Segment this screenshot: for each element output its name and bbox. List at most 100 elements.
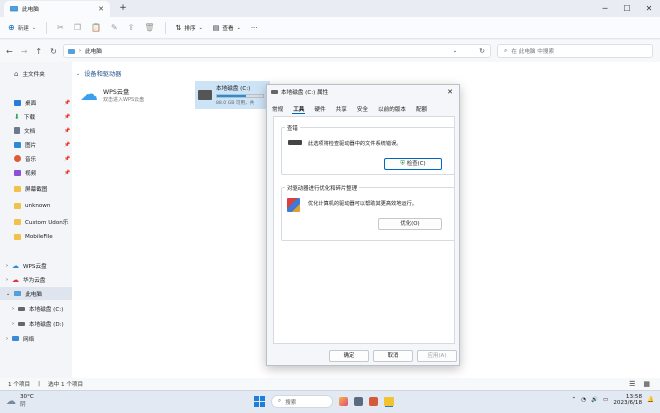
sidebar-item-drive-c[interactable]: › 本地磁盘 (C:) [0, 302, 72, 315]
sidebar-item-music[interactable]: 音乐 📌 [0, 152, 72, 165]
new-tab-button[interactable]: + [117, 3, 129, 14]
notification-icon[interactable]: 🔔 [647, 397, 654, 403]
drive-c-info: 本地磁盘 (C:) 88.0 GB 可用，共 [216, 84, 264, 106]
copilot-icon[interactable] [339, 397, 348, 406]
delete-icon[interactable]: 🗑 [144, 23, 154, 32]
check-button[interactable]: ⛨ 检查(C) [384, 158, 442, 170]
search-input[interactable]: 在 此电脑 中搜索 [511, 47, 554, 55]
clock-date: 2023/6/18 [613, 400, 643, 406]
chevron-down-icon: ⌄ [198, 24, 203, 31]
refresh-icon[interactable]: ↻ [479, 47, 485, 55]
sidebar-item-this-pc[interactable]: ⌄ 此电脑 [0, 287, 72, 300]
more-options-button[interactable]: ··· [251, 24, 258, 32]
chevron-up-icon[interactable]: ⌃ [572, 397, 577, 403]
sidebar-item-network[interactable]: › 网络 [0, 332, 72, 345]
task-view-icon[interactable] [354, 397, 363, 406]
file-explorer-icon[interactable] [384, 397, 394, 406]
taskbar-search-label: 搜索 [285, 399, 297, 406]
cloud-icon: ☁ [80, 84, 98, 105]
optimize-button[interactable]: 优化(O) [378, 218, 442, 230]
sidebar-item-label: 下载 [23, 114, 36, 121]
back-arrow-icon[interactable]: ← [6, 47, 13, 56]
copy-icon[interactable]: ❐ [74, 23, 81, 32]
share-icon[interactable]: ⇪ [128, 23, 135, 32]
monitor-icon [14, 291, 21, 296]
paste-icon[interactable]: 📋 [91, 23, 101, 32]
ok-button[interactable]: 确定 [329, 350, 369, 362]
tab-this-pc[interactable]: 此电脑 ✕ [4, 1, 110, 17]
details-view-icon[interactable]: ☰ [629, 380, 635, 388]
windows-start-icon[interactable] [254, 396, 265, 407]
sidebar-item-videos[interactable]: 视频 📌 [0, 166, 72, 179]
chevron-down-icon[interactable]: ⌄ [453, 48, 457, 54]
breadcrumb[interactable]: 此电脑 [85, 47, 102, 55]
search-box[interactable]: ⌕ 在 此电脑 中搜索 [497, 44, 653, 58]
sidebar-item-wps-cloud[interactable]: › ☁ WPS云盘 [0, 259, 72, 272]
close-tab-icon[interactable]: ✕ [98, 5, 104, 13]
wifi-icon[interactable]: ◔ [581, 397, 586, 403]
close-icon[interactable]: ✕ [638, 4, 660, 13]
sort-button[interactable]: ⇅ 排序 ⌄ [176, 24, 203, 32]
sidebar-item-mobilefile[interactable]: MobileFile [0, 230, 72, 243]
close-icon[interactable]: ✕ [447, 88, 453, 96]
battery-icon[interactable]: ▭ [603, 397, 608, 403]
chevron-right-icon[interactable]: › [12, 306, 14, 312]
defrag-icon [287, 198, 300, 212]
minimize-icon[interactable]: ─ [594, 4, 616, 13]
tab-hardware[interactable]: 硬件 [313, 105, 326, 113]
taskbar-search[interactable]: ⌕ 搜索 [271, 395, 333, 408]
cancel-button[interactable]: 取消 [373, 350, 413, 362]
address-field[interactable]: › 此电脑 ⌄ ↻ [63, 44, 491, 58]
tab-sharing[interactable]: 共享 [335, 105, 348, 113]
rename-icon[interactable]: ✎ [111, 23, 118, 32]
sidebar-item-pictures[interactable]: 图片 📌 [0, 138, 72, 151]
plus-circle-icon: ⊕ [8, 23, 15, 32]
sidebar-item-unknown[interactable]: unknown [0, 199, 72, 212]
chevron-right-icon[interactable]: › [6, 336, 8, 342]
cut-icon[interactable]: ✂ [57, 23, 64, 32]
sidebar-item-documents[interactable]: 文档 📌 [0, 124, 72, 137]
drive-c-tile[interactable]: 本地磁盘 (C:) 88.0 GB 可用，共 [195, 81, 270, 109]
new-button[interactable]: ⊕ 新建 ⌄ [8, 23, 36, 32]
sort-icon: ⇅ [175, 23, 182, 32]
tab-general[interactable]: 常规 [271, 105, 284, 113]
clock[interactable]: 13:58 2023/6/18 [613, 394, 642, 406]
sidebar-item-label: 本地磁盘 (D:) [29, 321, 64, 328]
tiles-view-icon[interactable]: ▦ [643, 380, 650, 388]
search-icon: ⌕ [278, 398, 282, 404]
tab-security[interactable]: 安全 [356, 105, 369, 113]
tab-tools[interactable]: 工具 [292, 105, 306, 114]
apply-button[interactable]: 应用(A) [417, 350, 457, 362]
chevron-right-icon[interactable]: › [6, 277, 8, 283]
check-button-label: 检查(C) [406, 161, 426, 167]
sidebar-item-huawei-cloud[interactable]: › ☁ 华为云盘 [0, 273, 72, 286]
error-check-label: 查错 [285, 124, 300, 132]
folder-icon [14, 218, 21, 225]
weather-widget[interactable]: ☁ 30°C 阴 [6, 394, 34, 408]
chevron-down-icon[interactable]: ⌄ [6, 291, 10, 297]
system-tray: ⌃ ◔ 🔊 ▭ 13:58 2023/6/18 🔔 [572, 394, 655, 406]
tab-quota[interactable]: 配额 [415, 105, 428, 113]
refresh-icon[interactable]: ↻ [50, 47, 57, 56]
video-icon [14, 169, 21, 176]
sidebar-item-custom-udon[interactable]: Custom Udon乐 [0, 215, 72, 228]
chevron-right-icon[interactable]: › [12, 321, 14, 327]
app-icon[interactable] [369, 397, 378, 406]
view-button[interactable]: ▤ 查看 ⌄ [213, 24, 241, 32]
shield-icon: ⛨ [400, 160, 405, 167]
volume-icon[interactable]: 🔊 [591, 397, 598, 403]
forward-arrow-icon[interactable]: → [21, 47, 28, 56]
cloud-icon: ☁ [12, 261, 19, 270]
up-arrow-icon[interactable]: ↑ [35, 47, 42, 56]
tab-previous-versions[interactable]: 以前的版本 [377, 105, 407, 113]
sidebar-item-downloads[interactable]: ⬇ 下载 📌 [0, 110, 72, 123]
chevron-right-icon[interactable]: › [6, 263, 8, 269]
sidebar-item-desktop[interactable]: 桌面 📌 [0, 96, 72, 109]
sidebar-item-screenshots[interactable]: 屏幕截图 [0, 182, 72, 195]
sidebar-item-home[interactable]: ⌂ 主文件夹 [0, 67, 72, 80]
section-header[interactable]: ⌄ 设备和驱动器 [76, 69, 121, 79]
wps-cloud-tile[interactable]: ☁ WPS云盘 双击进入WPS云盘 [80, 84, 180, 106]
sidebar-item-label: 屏幕截图 [25, 186, 48, 193]
sidebar-item-drive-d[interactable]: › 本地磁盘 (D:) [0, 317, 72, 330]
maximize-icon[interactable]: ☐ [616, 4, 638, 13]
